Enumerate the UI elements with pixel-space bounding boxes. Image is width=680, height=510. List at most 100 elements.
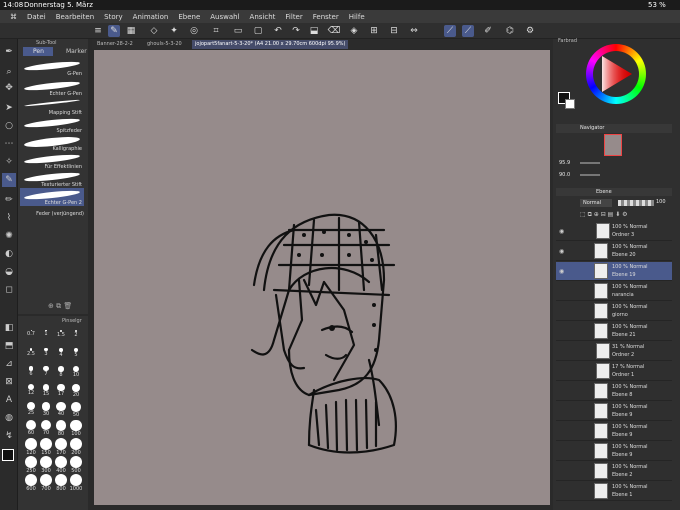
subtool-footer-icons[interactable]: ⊕ ⧉ 🗑 — [48, 302, 72, 311]
stabilizer-icon[interactable]: ⟋ — [444, 25, 456, 37]
menu-bearbeiten[interactable]: Bearbeiten — [51, 13, 99, 21]
menu-animation[interactable]: Animation — [128, 13, 174, 21]
brush-size-1[interactable]: 1 — [39, 330, 53, 337]
airbrush-icon[interactable]: ✺ — [2, 229, 16, 243]
undo-icon[interactable]: ↶ — [272, 25, 284, 37]
redo-icon[interactable]: ↷ — [290, 25, 302, 37]
brush-size-250[interactable]: 250 — [24, 456, 38, 474]
menu-datei[interactable]: Datei — [22, 13, 51, 21]
menu-filter[interactable]: Filter — [280, 13, 307, 21]
zoom-slider[interactable] — [580, 162, 600, 164]
drawing-canvas[interactable] — [94, 50, 550, 505]
brush-size-17[interactable]: 17 — [54, 384, 68, 397]
balloon-icon[interactable]: ◍ — [2, 411, 16, 425]
brush-size-40[interactable]: 40 — [54, 402, 68, 417]
layer-row[interactable]: 100 % Normal Ebene 2 — [556, 462, 672, 481]
layer-row[interactable]: 100 % Normal Ebene 9 — [556, 422, 672, 441]
pen-tool-icon[interactable]: ✎ — [2, 173, 16, 187]
brush-size-20[interactable]: 20 — [69, 384, 83, 398]
brush-size-200[interactable]: 200 — [69, 438, 83, 456]
brush-size-600[interactable]: 600 — [24, 474, 38, 492]
ruler-icon[interactable]: ⊟ — [388, 25, 400, 37]
grid-icon[interactable]: ⊞ — [368, 25, 380, 37]
eye-icon[interactable]: ◉ — [559, 228, 564, 235]
brush-size-3[interactable]: 3 — [39, 348, 53, 357]
subtool-feder[interactable]: Feder (verjüngend) — [20, 211, 84, 221]
palette-icon[interactable]: ▦ — [125, 25, 137, 37]
save-icon[interactable]: ⬓ — [308, 25, 320, 37]
correct-line-icon[interactable]: ↯ — [2, 429, 16, 443]
layer-row[interactable]: ◉ 100 % Normal Ebene 19 — [556, 262, 672, 281]
layer-row[interactable]: 100 % Normal Ebene 9 — [556, 442, 672, 461]
brush-size-4[interactable]: 4 — [54, 348, 68, 358]
subtool-echter-g-pen[interactable]: Echter G-Pen — [20, 79, 84, 97]
tab-ghouls[interactable]: ghouls-5-3-20 — [144, 40, 185, 49]
layer-row[interactable]: 100 % Normal Ebene 9 — [556, 402, 672, 421]
brush-size-80[interactable]: 80 — [54, 420, 68, 437]
tab-jojo[interactable]: jojopart5fanart-5-3-20* (A4 21.00 x 29.7… — [192, 40, 349, 49]
gradient-icon[interactable]: ◧ — [2, 321, 16, 335]
magic-wand-icon[interactable]: ✧ — [2, 155, 16, 169]
brush-size-120[interactable]: 120 — [24, 438, 38, 456]
subtool-echter-g-pen-2[interactable]: Echter G-Pen 2 — [20, 188, 84, 206]
navigator-preview[interactable] — [604, 134, 622, 156]
menu-story[interactable]: Story — [99, 13, 128, 21]
subtool-effektlinien[interactable]: Für Effektlinien — [20, 152, 84, 170]
blend-mode-select[interactable]: Normal — [580, 199, 612, 207]
brush-size-8[interactable]: 8 — [54, 366, 68, 378]
transform-icon[interactable]: ◇ — [148, 25, 160, 37]
layer-row[interactable]: 100 % Normal Ebene 1 — [556, 482, 672, 501]
flip-icon[interactable]: ⇔ — [408, 25, 420, 37]
pen-tab[interactable]: Pen — [23, 47, 53, 56]
brush-size-10[interactable]: 10 — [69, 366, 83, 378]
brush-size-150[interactable]: 150 — [39, 438, 53, 456]
layer-row[interactable]: 100 % Normal giorno — [556, 302, 672, 321]
brush-size-2[interactable]: 2 — [69, 330, 83, 338]
marker-tab[interactable]: Marker — [56, 47, 87, 56]
tab-banner[interactable]: Banner-28-2-2 — [94, 40, 136, 49]
brush-size-6[interactable]: 6 — [24, 366, 38, 377]
menu-ansicht[interactable]: Ansicht — [245, 13, 281, 21]
eraser-tool-icon[interactable]: ◻ — [2, 283, 16, 297]
brush-size-300[interactable]: 300 — [39, 456, 53, 474]
frame-icon[interactable]: ⊿ — [2, 357, 16, 371]
layer-row[interactable]: 31 % Normal Ordner 2 — [556, 342, 672, 361]
lasso-icon[interactable]: ◎ — [188, 25, 200, 37]
subtool-kalligraphie[interactable]: Kalligraphie — [20, 134, 84, 152]
square-select-icon[interactable]: ▭ — [232, 25, 244, 37]
lasso-tool-icon[interactable]: ○ — [2, 119, 16, 133]
layer-row[interactable]: 100 % Normal narancia — [556, 282, 672, 301]
eyedropper-icon[interactable]: ✒ — [2, 45, 16, 59]
rotate-slider[interactable] — [580, 174, 600, 176]
eraser-icon[interactable]: ⌫ — [328, 25, 341, 37]
fill-icon[interactable]: ◈ — [348, 25, 360, 37]
brush-size-25[interactable]: 25 — [24, 402, 38, 416]
text-icon[interactable]: A — [2, 393, 16, 407]
brush-size-5[interactable]: 5 — [69, 348, 83, 358]
opacity-slider[interactable] — [618, 200, 654, 206]
color-wheel[interactable] — [586, 44, 646, 104]
brush-size-1000[interactable]: 1000 — [69, 474, 83, 492]
brush-size-15[interactable]: 15 — [39, 384, 53, 397]
pen-pressure-icon[interactable]: ✐ — [482, 25, 494, 37]
wand-icon[interactable]: ✦ — [168, 25, 180, 37]
brush-size-2.5[interactable]: 2.5 — [24, 348, 38, 357]
brush-size-1.5[interactable]: 1.5 — [54, 330, 68, 338]
pencil-icon[interactable]: ✏ — [2, 193, 16, 207]
clear-icon[interactable]: ▢ — [252, 25, 264, 37]
eye-icon[interactable]: ◉ — [559, 268, 564, 275]
layer-row[interactable]: ◉ 100 % Normal Ordner 3 — [556, 222, 672, 241]
layer-row[interactable]: 17 % Normal Ordner 1 — [556, 362, 672, 381]
select-icon[interactable]: ⋯ — [2, 137, 16, 151]
pen-settings-icon[interactable]: ✎ — [108, 25, 120, 37]
brush-size-70[interactable]: 70 — [39, 420, 53, 436]
layer-row[interactable]: 100 % Normal Ebene 8 — [556, 382, 672, 401]
brush-size-0.7[interactable]: 0.7 — [24, 330, 38, 337]
menu-fenster[interactable]: Fenster — [308, 13, 344, 21]
app-logo-icon[interactable]: ⌘ — [0, 13, 22, 21]
blend-icon[interactable]: ◐ — [2, 247, 16, 261]
figure-icon[interactable]: ⬒ — [2, 339, 16, 353]
menu-auswahl[interactable]: Auswahl — [205, 13, 244, 21]
layer-toolbar-icons[interactable]: ⬚ ⧉ ⊕ ⊟ ▤ ⬇ ⚙ — [580, 211, 628, 219]
subtool-texturierter-stift[interactable]: Texturierter Stift — [20, 170, 84, 188]
